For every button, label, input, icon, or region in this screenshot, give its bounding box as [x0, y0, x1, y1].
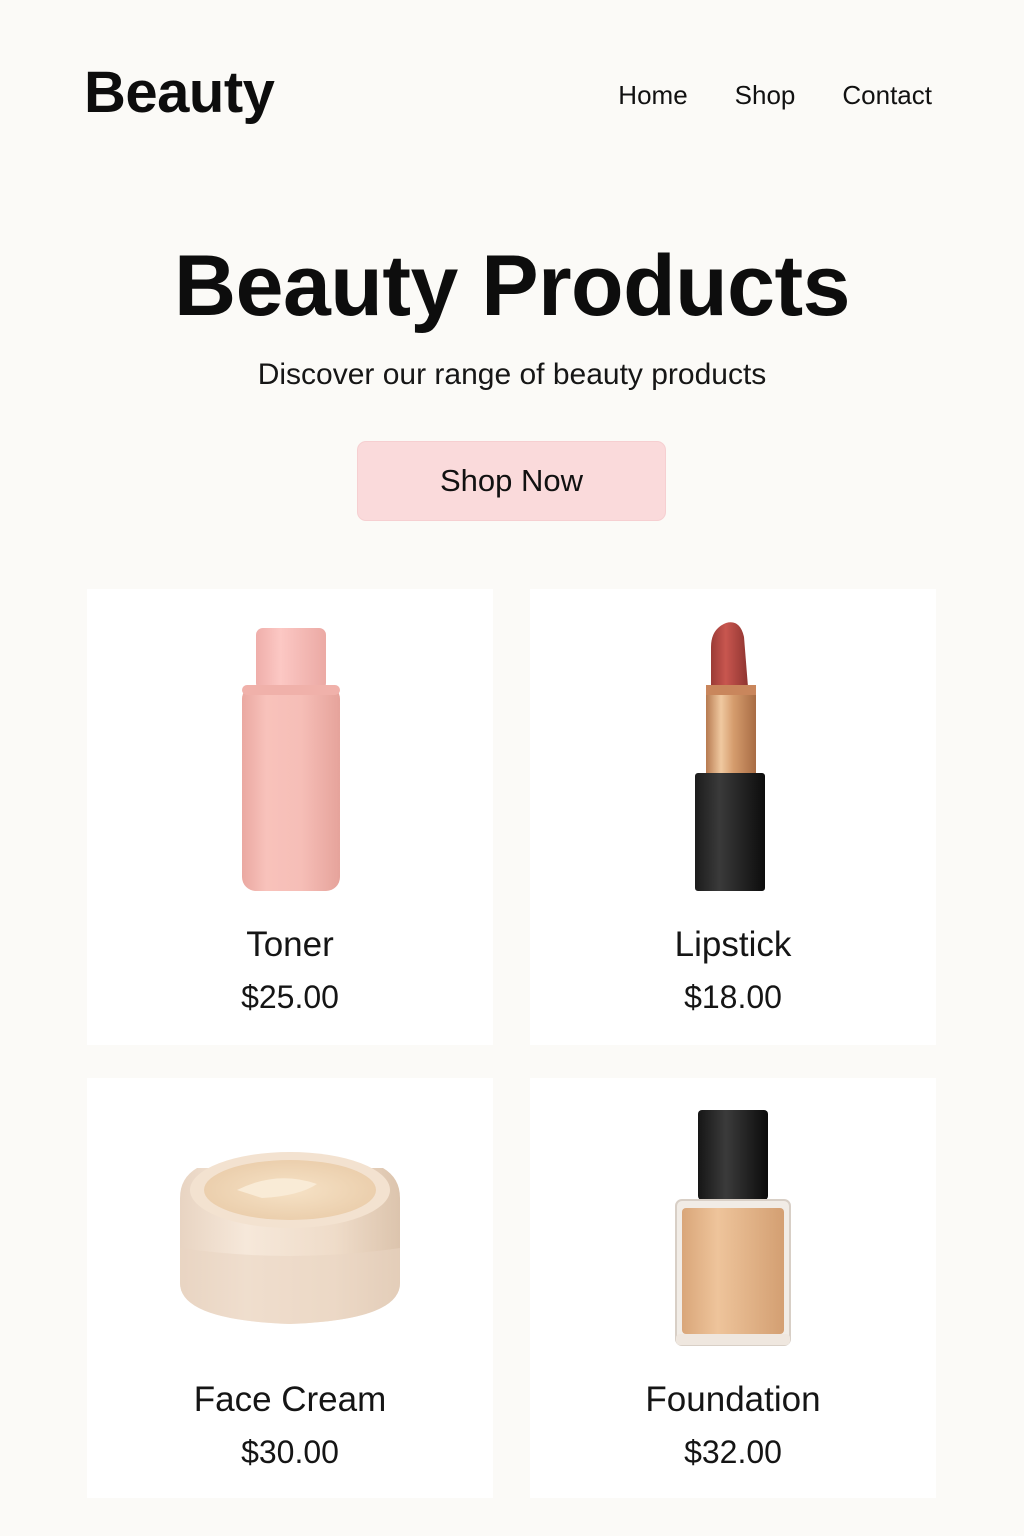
product-name: Face Cream: [193, 1380, 387, 1419]
cream-jar-icon: [180, 1152, 400, 1324]
hero-subtitle: Discover our range of beauty products: [257, 358, 767, 391]
page-title: Beauty Products: [174, 238, 850, 334]
product-name: Lipstick: [674, 925, 792, 964]
lipstick-icon: [695, 622, 765, 891]
product-price: $30.00: [241, 1434, 339, 1470]
nav-item-home[interactable]: Home: [618, 78, 687, 112]
site-header: Beauty Home Shop Contact: [0, 0, 1024, 190]
foundation-bottle-icon: [675, 1110, 791, 1346]
nav-item-contact[interactable]: Contact: [842, 78, 932, 112]
product-card-face-cream[interactable]: Face Cream $30.00: [87, 1078, 493, 1498]
logo[interactable]: Beauty: [84, 58, 275, 128]
product-name: Foundation: [645, 1380, 821, 1419]
nav-item-shop[interactable]: Shop: [735, 78, 796, 112]
product-price: $25.00: [241, 979, 339, 1015]
product-price: $18.00: [684, 979, 782, 1015]
product-price: $32.00: [684, 1434, 782, 1470]
shop-now-button[interactable]: Shop Now: [357, 441, 666, 521]
toner-bottle-icon: [242, 628, 340, 891]
product-name: Toner: [246, 925, 334, 964]
product-card-lipstick[interactable]: Lipstick $18.00: [530, 589, 936, 1045]
product-card-foundation[interactable]: Foundation $32.00: [530, 1078, 936, 1498]
product-card-toner[interactable]: Toner $25.00: [87, 589, 493, 1045]
main-nav: Home Shop Contact: [618, 78, 932, 112]
